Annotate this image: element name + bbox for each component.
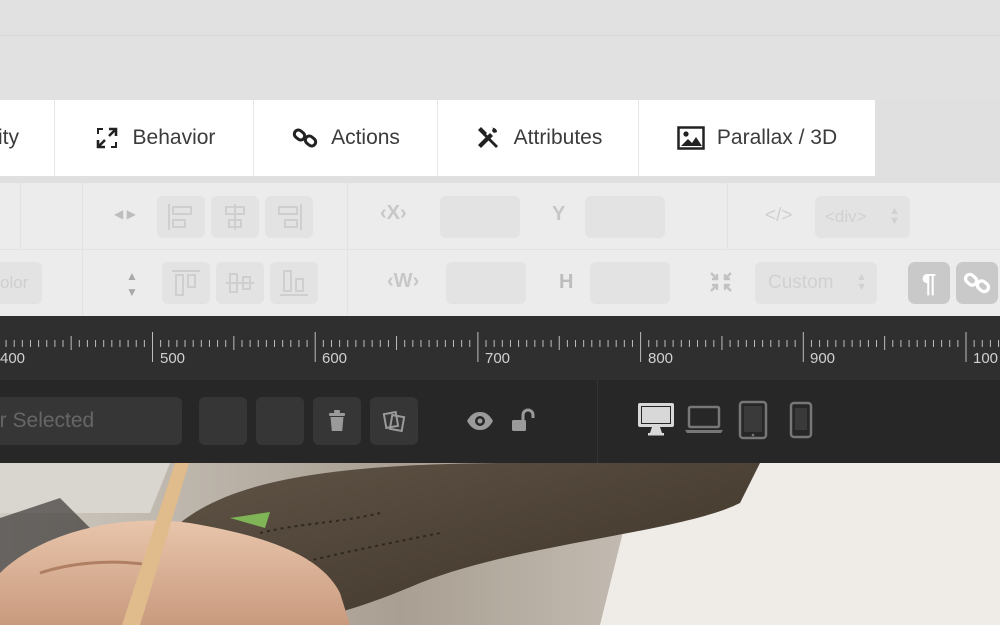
empty-button-1[interactable] [199, 397, 247, 445]
tab-parallax[interactable]: Parallax / 3D [639, 100, 875, 176]
separator [82, 250, 83, 317]
bar-divider [597, 380, 598, 463]
link-icon [963, 272, 991, 294]
chevron-updown-icon: ▲ ▼ [856, 271, 867, 293]
align-right-button[interactable] [265, 196, 313, 238]
code-icon: </> [765, 205, 793, 226]
horizontal-ruler[interactable]: 400 500 600 700 800 900 100 [0, 316, 1000, 380]
canvas-background-photo [0, 463, 1000, 625]
layer-selected-text: er Selected [0, 409, 95, 432]
tab-actions-label: Actions [331, 126, 400, 149]
x-label: ‹X› [380, 202, 407, 224]
ruler-label: 400 [0, 350, 26, 367]
separator [347, 250, 348, 317]
x-label-text: X [386, 202, 401, 224]
h-label: H [559, 271, 574, 293]
tag-select-value: <div> [825, 207, 867, 226]
top-band [0, 0, 1000, 100]
tab-parallax-label: Parallax / 3D [716, 126, 838, 149]
width-input[interactable] [446, 262, 526, 304]
desktop-icon[interactable] [637, 400, 675, 438]
ruler-label: 700 [485, 350, 511, 367]
photo-illustration [0, 463, 1000, 625]
empty-button-2[interactable] [256, 397, 304, 445]
align-left-button[interactable] [157, 196, 205, 238]
align-center-button[interactable] [211, 196, 259, 238]
tablet-icon[interactable] [738, 400, 768, 440]
ruler-ticks [5, 332, 1000, 362]
y-label: Y [552, 203, 566, 225]
duplicate-button[interactable] [370, 397, 418, 445]
tab-behavior-label: Behavior [132, 126, 216, 149]
link-toggle-button[interactable] [956, 262, 998, 304]
toolbar-row-position: ◀ ▶ ‹X› Y </> <div> ▲ ▼ [0, 183, 1000, 249]
trash-icon [329, 410, 345, 431]
align-top-button[interactable] [162, 262, 210, 304]
size-mode-value: Custom [768, 272, 834, 293]
paragraph-button[interactable]: ¶ [908, 262, 950, 304]
tools-icon [474, 124, 502, 152]
ruler-label: 900 [810, 350, 836, 367]
top-band-divider [0, 35, 1000, 36]
unlock-icon[interactable] [510, 408, 538, 439]
phone-icon[interactable] [788, 400, 814, 440]
ruler-label: 600 [322, 350, 348, 367]
y-input[interactable] [585, 196, 665, 238]
paragraph-icon: ¶ [921, 267, 937, 298]
separator [20, 183, 21, 249]
tab-attributes[interactable]: Attributes [438, 100, 639, 176]
settings-tabs: ity Behavior Actions Attributes Parallax… [0, 100, 875, 176]
image-icon [677, 124, 705, 152]
color-field[interactable]: olor [0, 262, 42, 304]
tab-visibility[interactable]: ity [0, 100, 55, 176]
x-input[interactable] [440, 196, 520, 238]
compress-icon[interactable] [708, 270, 734, 299]
align-bottom-button[interactable] [270, 262, 318, 304]
separator [347, 183, 348, 249]
expand-arrows-icon [93, 124, 121, 152]
tag-select[interactable]: <div> ▲ ▼ [815, 196, 910, 238]
tab-actions[interactable]: Actions [254, 100, 438, 176]
tab-attributes-label: Attributes [513, 126, 603, 149]
color-field-text: olor [0, 273, 29, 292]
duplicate-icon [382, 410, 406, 433]
chevron-updown-icon: ▲ ▼ [889, 205, 900, 227]
laptop-icon[interactable] [684, 400, 724, 438]
w-label-text: W [393, 270, 413, 292]
w-label: ‹W› [387, 270, 420, 292]
horizontal-arrows-icon: ◀ ▶ [114, 207, 136, 221]
vertical-arrows-icon: ▲ ▼ [126, 269, 138, 299]
ruler-label: 100 [973, 350, 999, 367]
toolbar-row-size: olor ▲ ▼ ‹W› H Custom ▲ ▼ ¶ [0, 249, 1000, 317]
align-middle-button[interactable] [216, 262, 264, 304]
separator [82, 183, 83, 249]
height-input[interactable] [590, 262, 670, 304]
tab-behavior[interactable]: Behavior [55, 100, 254, 176]
eye-icon[interactable] [465, 410, 495, 437]
layer-selected-field[interactable]: er Selected [0, 397, 182, 445]
layer-toolbar: ◀ ▶ ‹X› Y </> <div> ▲ ▼ olor ▲ ▼ ‹W› H C… [0, 183, 1000, 317]
tab-visibility-label: ity [0, 126, 19, 149]
ruler-label: 800 [648, 350, 674, 367]
separator [727, 183, 728, 249]
layer-bar: er Selected [0, 380, 1000, 463]
size-mode-select[interactable]: Custom ▲ ▼ [755, 262, 877, 304]
ruler-label: 500 [160, 350, 186, 367]
link-icon [291, 124, 319, 152]
delete-button[interactable] [313, 397, 361, 445]
